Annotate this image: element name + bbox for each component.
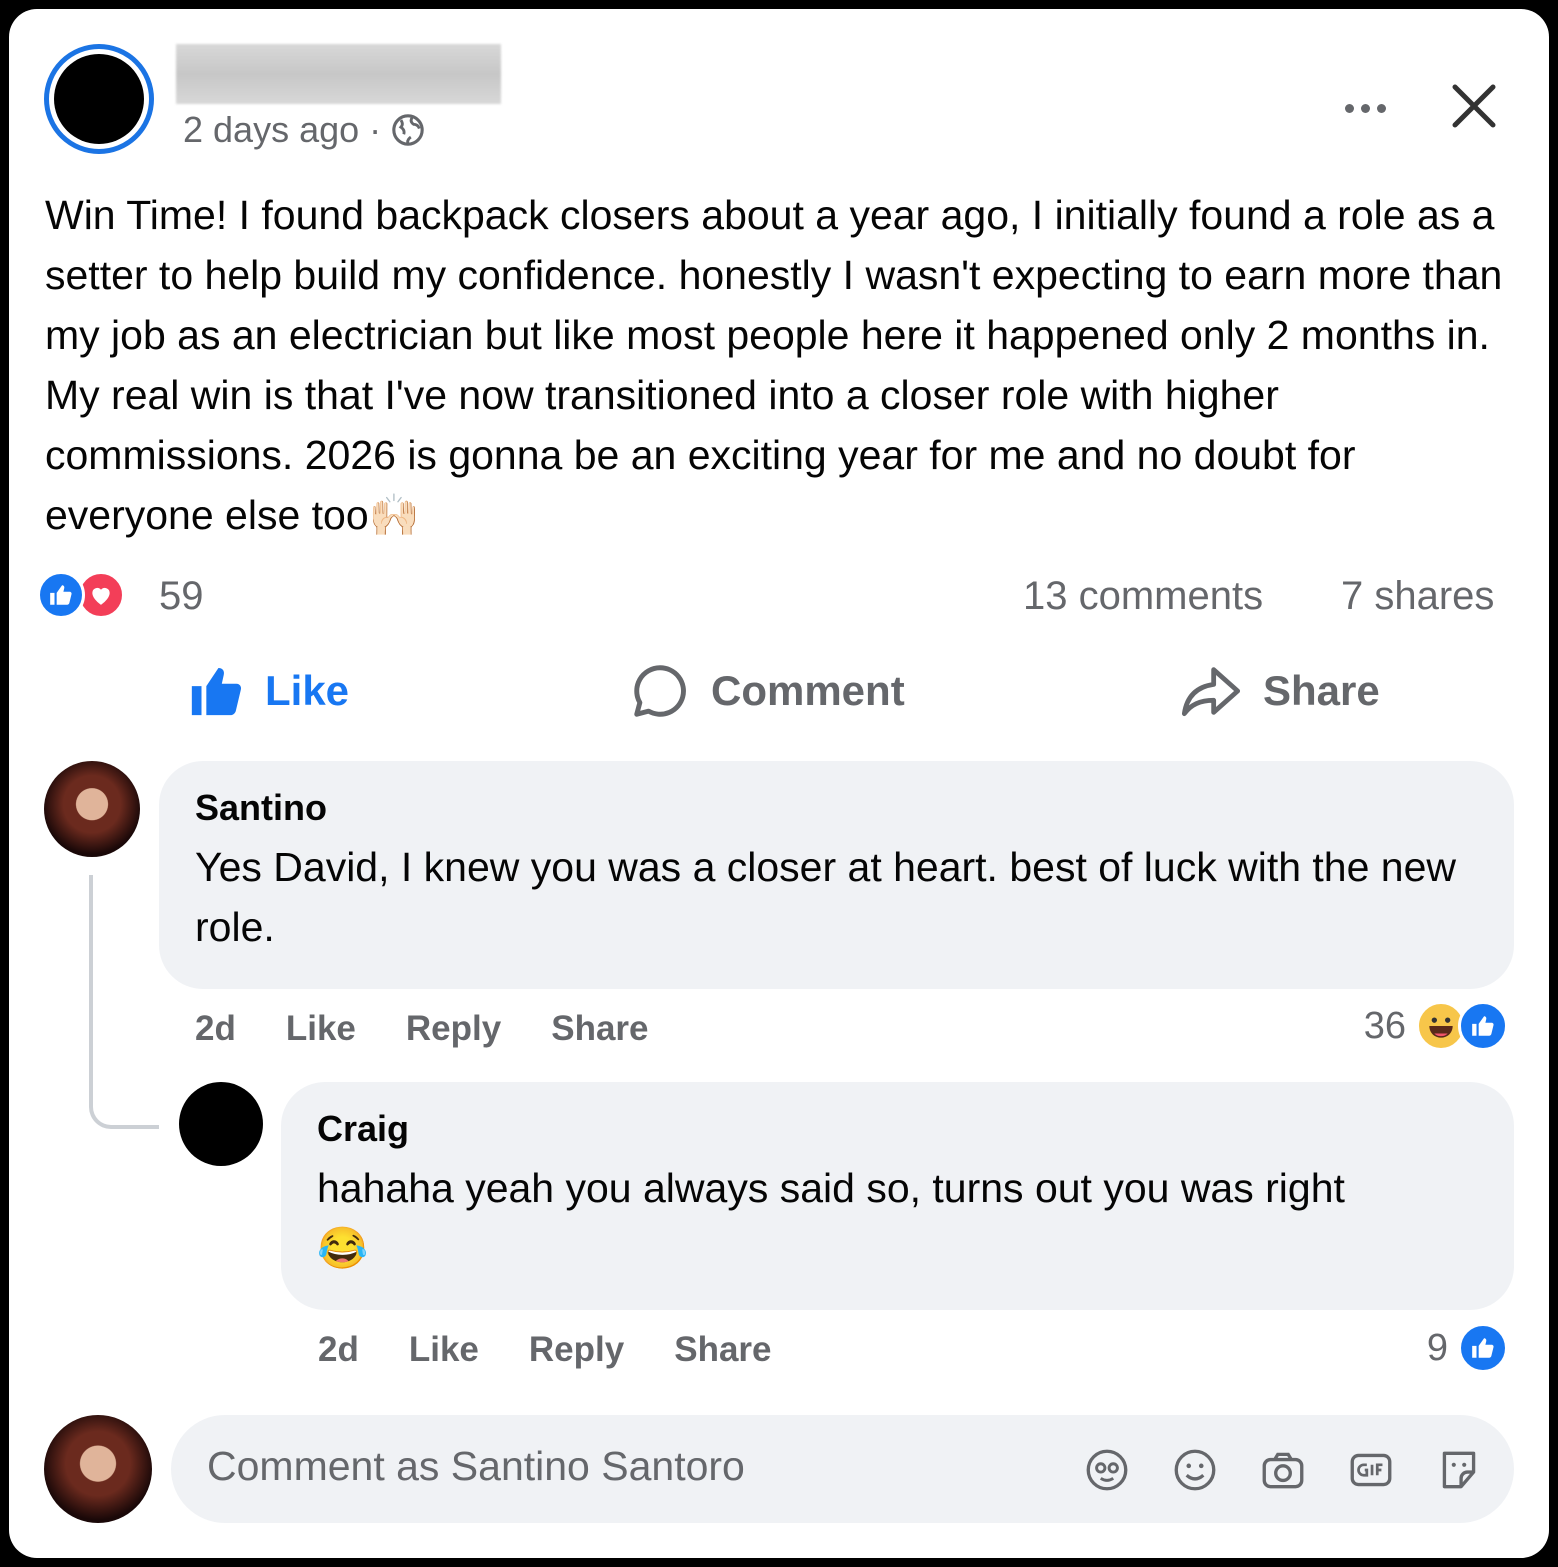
composer-tools [1082, 1445, 1484, 1495]
comment-reactions[interactable]: 36 [1364, 1001, 1508, 1051]
reaction-count[interactable]: 59 [159, 574, 204, 619]
poster-name-redacted [176, 44, 501, 104]
reaction-summary[interactable] [37, 571, 125, 619]
comment-bubble-icon [634, 665, 686, 717]
more-icon [1344, 103, 1354, 113]
comment-composer[interactable]: Comment as Santino Santoro [171, 1415, 1514, 1523]
comment-button[interactable]: Comment [629, 661, 905, 721]
commenter-avatar[interactable] [44, 761, 140, 857]
comments-count[interactable]: 13 comments [1023, 574, 1263, 619]
like-button[interactable]: Like [187, 661, 349, 721]
reply-author-avatar[interactable] [179, 1082, 263, 1166]
reply-thread-line [89, 875, 159, 1129]
reply-like-button[interactable]: Like [409, 1330, 479, 1370]
comment-like-button[interactable]: Like [286, 1009, 356, 1049]
reply-text: hahaha yeah you always said so, turns ou… [317, 1158, 1478, 1278]
comment-reply-button[interactable]: Reply [406, 1009, 501, 1049]
reply-reply-button[interactable]: Reply [529, 1330, 624, 1370]
comment-input[interactable]: Comment as Santino Santoro [207, 1443, 745, 1490]
separator: · [369, 109, 382, 150]
like-label: Like [265, 667, 350, 714]
comment-bubble: Santino Yes David, I knew you was a clos… [159, 761, 1514, 989]
thumbs-up-icon [191, 668, 242, 716]
close-icon [1452, 84, 1496, 128]
comment-label: Comment [711, 667, 905, 714]
sticker-icon[interactable] [1434, 1445, 1484, 1495]
reply-bubble: Craig hahaha yeah you always said so, tu… [281, 1082, 1514, 1310]
reply-time[interactable]: 2d [318, 1330, 359, 1370]
post-body: Win Time! I found backpack closers about… [45, 192, 1514, 538]
camera-icon[interactable] [1258, 1445, 1308, 1495]
globe-icon [392, 114, 424, 146]
comment-reaction-count: 36 [1363, 1004, 1406, 1047]
share-label: Share [1263, 667, 1380, 714]
emoji-icon[interactable] [1170, 1445, 1220, 1495]
reply-body: hahaha yeah you always said so, turns ou… [317, 1165, 1345, 1211]
post-text: Win Time! I found backpack closers about… [45, 185, 1525, 545]
like-reaction-icon [37, 571, 85, 619]
comment-author[interactable]: Santino [195, 787, 1478, 829]
reply-author[interactable]: Craig [317, 1108, 1478, 1150]
post-timestamp[interactable]: 2 days ago · [183, 109, 425, 151]
comment-share-button[interactable]: Share [551, 1009, 648, 1049]
comment-text: Yes David, I knew you was a closer at he… [195, 844, 1468, 950]
reply-share-button[interactable]: Share [674, 1330, 771, 1370]
poster-avatar[interactable] [44, 44, 154, 154]
shares-count[interactable]: 7 shares [1341, 574, 1494, 619]
comment-actions: 2d Like Reply Share [195, 1009, 649, 1049]
share-arrow-icon [1181, 667, 1241, 717]
reply-reaction-count: 9 [1426, 1326, 1448, 1369]
close-button[interactable] [1447, 79, 1501, 133]
gif-icon[interactable] [1346, 1445, 1396, 1495]
current-user-avatar[interactable] [44, 1415, 152, 1523]
comment-time[interactable]: 2d [195, 1009, 236, 1049]
more-options-button[interactable] [1337, 93, 1393, 123]
share-button[interactable]: Share [1179, 661, 1380, 721]
post-card: 2 days ago · Win Time! I found backpack … [9, 9, 1549, 1558]
avatar-sticker-icon[interactable] [1082, 1445, 1132, 1495]
post-time-text[interactable]: 2 days ago [183, 109, 359, 151]
reply-actions: 2d Like Reply Share [318, 1330, 772, 1370]
joy-emoji: 😂 [317, 1225, 369, 1271]
raised-hands-emoji: 🙌🏻 [368, 492, 420, 538]
like-reaction-icon [1458, 1001, 1508, 1051]
reply-reactions[interactable]: 9 [1427, 1323, 1508, 1373]
like-reaction-icon [1458, 1323, 1508, 1373]
